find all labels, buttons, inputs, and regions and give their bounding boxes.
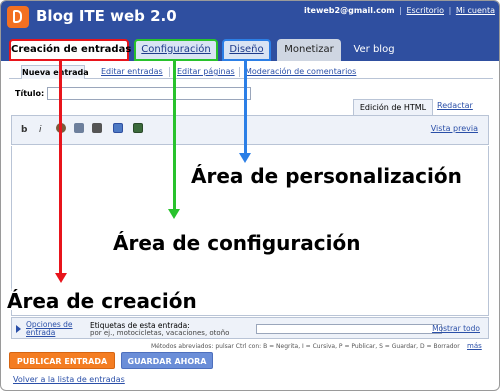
tab-redactar[interactable]: Redactar bbox=[437, 101, 473, 110]
separator: | bbox=[399, 6, 402, 15]
link-icon[interactable] bbox=[74, 123, 84, 133]
subtab-editar-paginas[interactable]: Editar páginas bbox=[177, 65, 235, 79]
annotation-line-red bbox=[59, 59, 62, 275]
annotation-arrow-red bbox=[55, 273, 67, 283]
annotation-personalizacion: Área de personalización bbox=[191, 164, 462, 188]
subtab-moderacion[interactable]: Moderación de comentarios bbox=[245, 65, 356, 79]
subtab-editar-entradas[interactable]: Editar entradas bbox=[101, 65, 163, 79]
main-tabs: Creación de entradas Configuración Diseñ… bbox=[1, 35, 499, 61]
tab-configuracion[interactable]: Configuración bbox=[134, 39, 218, 61]
back-to-posts-link[interactable]: Volver a la lista de entradas bbox=[13, 375, 125, 384]
bold-icon[interactable]: b bbox=[21, 124, 27, 136]
shortcuts-hint: Métodos abreviados: pulsar Ctrl con: B =… bbox=[151, 343, 460, 350]
title-input[interactable] bbox=[47, 87, 251, 100]
insert-video-icon[interactable] bbox=[133, 123, 143, 133]
annotation-line-green bbox=[173, 59, 176, 211]
shortcuts-more-link[interactable]: más bbox=[467, 342, 482, 350]
account-link[interactable]: Mi cuenta bbox=[456, 6, 495, 15]
labels-hint: por ej., motocicletas, vacaciones, otoño bbox=[90, 329, 230, 337]
blogger-logo-icon[interactable] bbox=[7, 6, 29, 28]
view-blog-link[interactable]: Ver blog bbox=[349, 39, 399, 61]
escritorio-link[interactable]: Escritorio bbox=[406, 6, 444, 15]
spellcheck-icon[interactable] bbox=[92, 123, 102, 133]
post-options-link[interactable]: Opciones de entrada bbox=[26, 321, 80, 337]
tab-diseno[interactable]: Diseño bbox=[222, 39, 271, 61]
divider bbox=[239, 67, 240, 77]
annotation-arrow-green bbox=[168, 209, 180, 219]
user-email: iteweb2@gmail.com bbox=[303, 6, 395, 15]
annotation-configuracion: Área de configuración bbox=[113, 231, 361, 255]
divider bbox=[169, 67, 170, 77]
separator: | bbox=[448, 6, 452, 15]
blog-title: Blog ITE web 2.0 bbox=[36, 7, 177, 25]
post-options-row: Opciones de entrada Etiquetas de esta en… bbox=[11, 317, 489, 339]
subtab-nueva-entrada[interactable]: Nueva entrada bbox=[21, 65, 89, 79]
annotation-line-blue bbox=[244, 59, 247, 155]
show-all-link[interactable]: Mostrar todo bbox=[432, 324, 480, 333]
tab-creacion-de-entradas[interactable]: Creación de entradas bbox=[9, 39, 131, 61]
publish-button[interactable]: PUBLICAR ENTRADA bbox=[9, 352, 115, 369]
annotation-creacion: Área de creación bbox=[7, 289, 197, 313]
blogger-window: Blog ITE web 2.0 iteweb2@gmail.com | Esc… bbox=[0, 0, 500, 391]
labels-input[interactable] bbox=[256, 324, 442, 334]
tab-monetizar[interactable]: Monetizar bbox=[277, 39, 341, 61]
editor-toolbar: b i Vista previa bbox=[11, 115, 489, 145]
save-button[interactable]: GUARDAR AHORA bbox=[121, 352, 213, 369]
app-header: Blog ITE web 2.0 iteweb2@gmail.com | Esc… bbox=[1, 1, 499, 35]
insert-image-icon[interactable] bbox=[113, 123, 123, 133]
annotation-arrow-blue bbox=[239, 153, 251, 163]
italic-icon[interactable]: i bbox=[39, 124, 42, 136]
title-label: Título: bbox=[15, 89, 45, 98]
preview-link[interactable]: Vista previa bbox=[431, 124, 478, 133]
tab-edicion-html[interactable]: Edición de HTML bbox=[353, 99, 433, 115]
expand-arrow-icon[interactable] bbox=[16, 325, 21, 333]
sub-tabs: Nueva entrada Editar entradas Editar pág… bbox=[9, 63, 493, 79]
user-links: iteweb2@gmail.com | Escritorio | Mi cuen… bbox=[304, 6, 495, 15]
